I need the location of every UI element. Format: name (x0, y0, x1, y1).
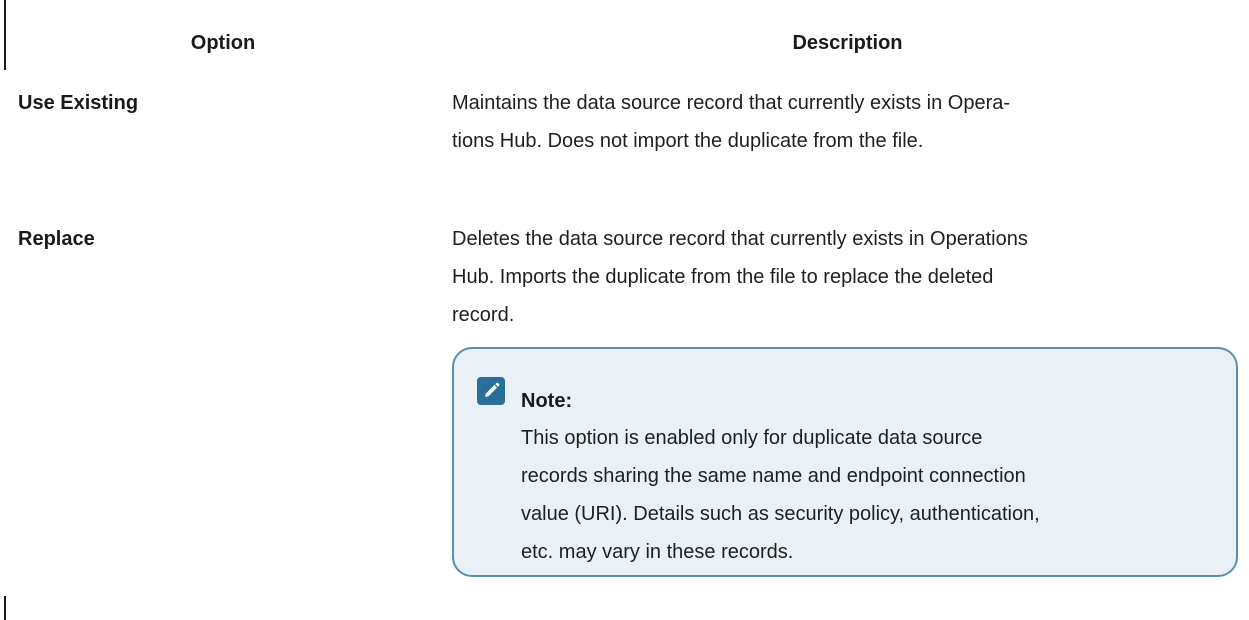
description-replace: Deletes the data source record that curr… (452, 220, 1237, 334)
note-line: records sharing the same name and endpoi… (521, 465, 1026, 487)
pencil-icon-graphic (485, 382, 500, 397)
description-line: record. (452, 304, 515, 326)
note-line: etc. may vary in these records. (521, 541, 794, 563)
description-use-existing: Maintains the data source record that cu… (452, 84, 1237, 160)
note-line: value (URI). Details such as security po… (521, 503, 1040, 525)
table-header-row: Option Description (0, 0, 1249, 84)
description-line: Maintains the data source record that cu… (452, 92, 1011, 114)
option-use-existing: Use Existing (18, 92, 139, 114)
description-line: tions Hub. Does not import the duplicate… (452, 130, 924, 152)
pencil-note-icon (477, 377, 505, 405)
header-description: Description (792, 32, 903, 54)
header-option: Option (190, 32, 256, 54)
note-callout: Note: This option is enabled only for du… (452, 347, 1238, 577)
note-body: This option is enabled only for duplicat… (521, 419, 1221, 571)
table-row-use-existing: Use Existing Maintains the data source r… (0, 84, 1249, 220)
note-title: Note: (521, 390, 573, 412)
options-table: Option Description Use Existing Maintain… (0, 0, 1249, 620)
description-line: Hub. Imports the duplicate from the file… (452, 266, 994, 288)
description-line: Deletes the data source record that curr… (452, 228, 1028, 250)
note-line: This option is enabled only for duplicat… (521, 427, 983, 449)
table-row-replace: Replace Deletes the data source record t… (0, 220, 1249, 620)
option-replace: Replace (18, 228, 95, 250)
